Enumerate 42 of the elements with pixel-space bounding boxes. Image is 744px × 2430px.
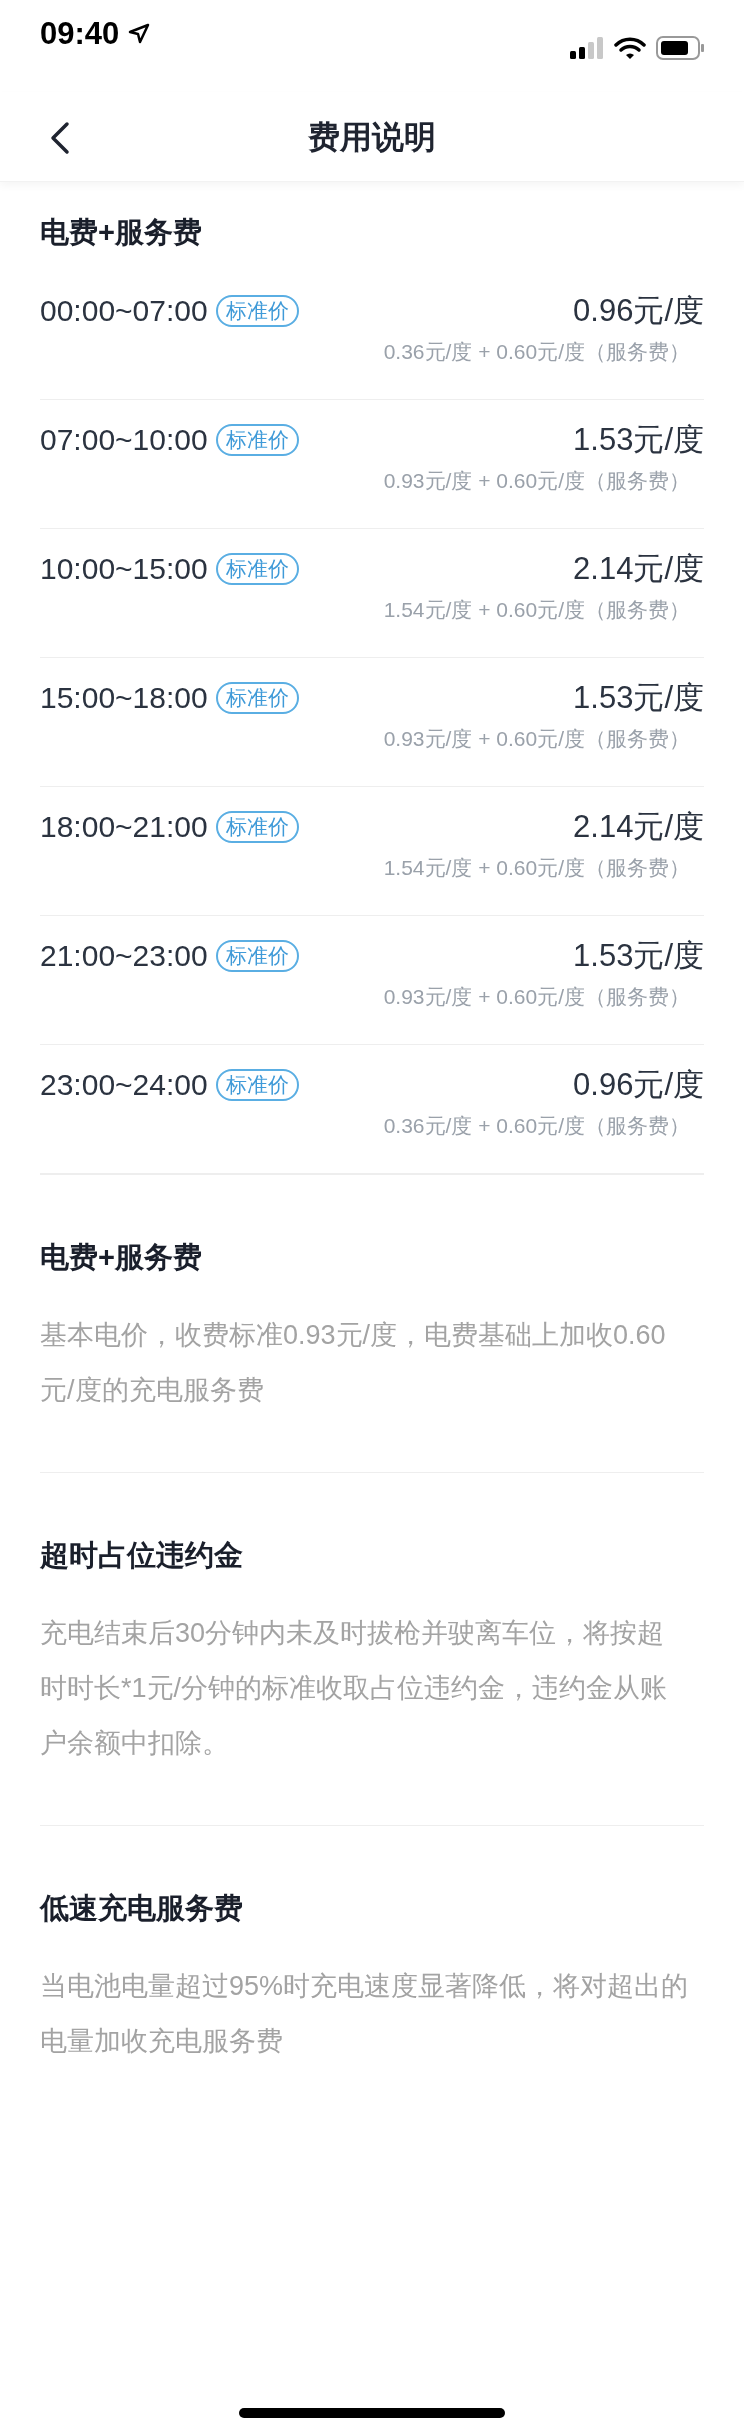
- price-tag: 标准价: [215, 424, 299, 456]
- description-text: 当电池电量超过95%时充电速度显著降低，将对超出的电量加收充电服务费: [40, 1970, 690, 2058]
- wifi-icon: [614, 36, 646, 60]
- price-breakdown: 0.93元/度 + 0.60元/度（服务费）: [383, 468, 690, 494]
- price-breakdown: 1.54元/度 + 0.60元/度（服务费）: [383, 597, 690, 623]
- time-range: 00:00~07:00: [40, 293, 208, 329]
- price-breakdown: 1.54元/度 + 0.60元/度（服务费）: [383, 855, 690, 881]
- unit-price: 1.53元/度: [573, 421, 704, 459]
- section-title: 电费+服务费: [40, 215, 203, 250]
- unit-price: 1.53元/度: [573, 679, 704, 717]
- back-icon: [49, 121, 71, 155]
- section-title: 电费+服务费: [40, 1240, 203, 1275]
- description-text: 充电结束后30分钟内未及时拔枪并驶离车位，将按超时时长*1元/分钟的标准收取占位违约金，违约金从账户余额中扣除。: [40, 1617, 669, 1760]
- price-tag: 标准价: [215, 682, 299, 714]
- section-title: 低速充电服务费: [40, 1891, 244, 1926]
- section-title: 超时占位违约金: [40, 1538, 244, 1573]
- time-range: 07:00~10:00: [40, 422, 208, 458]
- description-text: 基本电价，收费标准0.93元/度，电费基础上加收0.60元/度的充电服务费: [40, 1319, 667, 1407]
- time-range: 21:00~23:00: [40, 938, 208, 974]
- price-breakdown: 0.93元/度 + 0.60元/度（服务费）: [383, 984, 690, 1010]
- unit-price: 2.14元/度: [573, 808, 704, 846]
- price-tag: 标准价: [215, 811, 299, 843]
- battery-icon: [656, 36, 704, 60]
- price-breakdown: 0.36元/度 + 0.60元/度（服务费）: [383, 1113, 690, 1139]
- price-breakdown: 0.93元/度 + 0.60元/度（服务费）: [383, 726, 690, 752]
- time-range: 10:00~15:00: [40, 551, 208, 587]
- time-range: 18:00~21:00: [40, 809, 208, 845]
- status-time: 09:40: [40, 18, 120, 49]
- time-range: 15:00~18:00: [40, 680, 208, 716]
- unit-price: 0.96元/度: [573, 1066, 704, 1104]
- unit-price: 0.96元/度: [573, 292, 704, 330]
- price-breakdown: 0.36元/度 + 0.60元/度（服务费）: [383, 339, 690, 365]
- page-title: 费用说明: [308, 117, 436, 157]
- location-arrow-icon: [127, 21, 152, 46]
- unit-price: 1.53元/度: [573, 937, 704, 975]
- time-range: 23:00~24:00: [40, 1067, 208, 1103]
- unit-price: 2.14元/度: [573, 550, 704, 588]
- price-tag: 标准价: [215, 940, 299, 972]
- signal-icon: [570, 37, 604, 59]
- price-tag: 标准价: [215, 553, 299, 585]
- price-tag: 标准价: [215, 295, 299, 327]
- price-tag: 标准价: [215, 1069, 299, 1101]
